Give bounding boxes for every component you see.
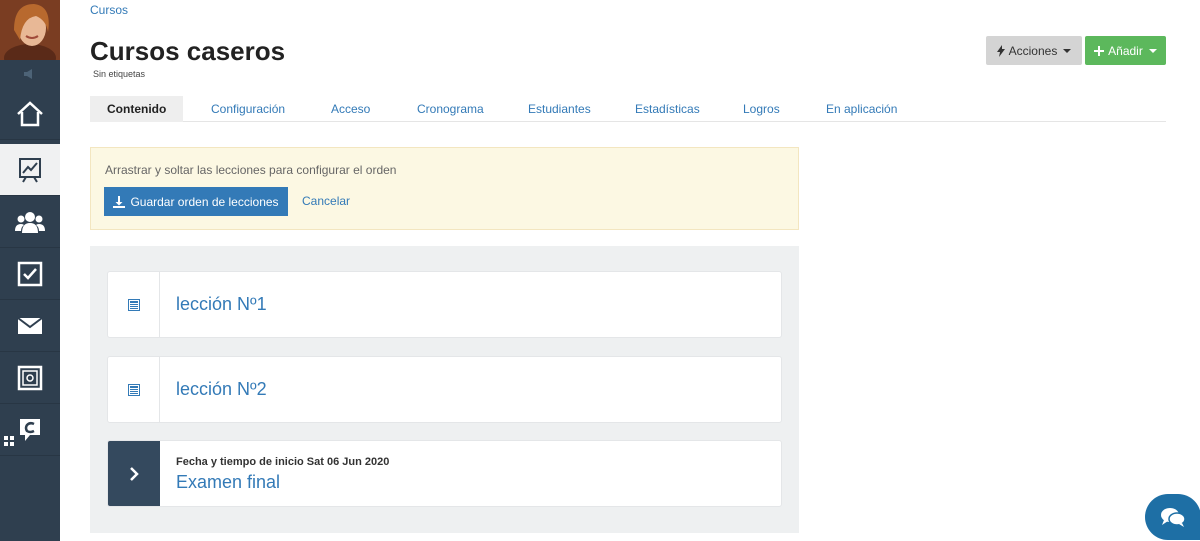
add-label: Añadir	[1108, 43, 1143, 58]
sidebar-item-users[interactable]	[0, 196, 60, 248]
lesson-item[interactable]: lección Nº1	[107, 271, 782, 338]
cancel-button[interactable]: Cancelar	[302, 194, 350, 208]
lesson-title[interactable]: lección Nº2	[176, 379, 267, 400]
tab-estudiantes[interactable]: Estudiantes	[528, 96, 591, 122]
sidebar-item-mail[interactable]	[0, 300, 60, 352]
chat-logo-icon	[20, 418, 40, 441]
save-order-button[interactable]: Guardar orden de lecciones	[104, 187, 288, 216]
mail-icon	[17, 316, 43, 334]
caret-down-icon	[1063, 48, 1072, 53]
tags-label: Sin etiquetas	[93, 69, 146, 79]
document-icon	[108, 272, 160, 337]
save-order-label: Guardar orden de lecciones	[130, 194, 279, 209]
exam-item[interactable]: Fecha y tiempo de inicio Sat 06 Jun 2020…	[107, 440, 782, 507]
exam-start-date: Fecha y tiempo de inicio Sat 06 Jun 2020	[176, 456, 390, 468]
sidebar	[0, 0, 60, 541]
page-title: Cursos caseros	[90, 36, 286, 66]
tab-acceso[interactable]: Acceso	[331, 96, 370, 122]
plus-icon	[1094, 45, 1105, 56]
checkbox-icon	[17, 261, 43, 286]
actions-label: Acciones	[1008, 43, 1058, 58]
megaphone-icon[interactable]	[0, 60, 60, 88]
tab-configuracion[interactable]: Configuración	[211, 96, 285, 122]
lesson-title[interactable]: lección Nº1	[176, 294, 267, 315]
sidebar-item-tasks[interactable]	[0, 248, 60, 300]
avatar[interactable]	[0, 0, 60, 60]
sidebar-item-courses[interactable]	[0, 144, 60, 196]
chat-bubbles-icon	[1161, 508, 1186, 527]
bolt-icon	[996, 44, 1005, 57]
sidebar-item-home[interactable]	[0, 88, 60, 140]
home-icon	[17, 100, 43, 126]
document-icon	[108, 357, 160, 422]
notice-text: Arrastrar y soltar las lecciones para co…	[105, 163, 397, 177]
tab-estadisticas[interactable]: Estadísticas	[635, 96, 700, 122]
sidebar-item-chat-app[interactable]	[0, 404, 60, 456]
grid-icon[interactable]	[4, 436, 14, 446]
sidebar-item-safe[interactable]	[0, 352, 60, 404]
reorder-notice: Arrastrar y soltar las lecciones para co…	[90, 147, 799, 230]
users-icon	[15, 211, 45, 233]
safe-icon	[17, 365, 43, 390]
tab-contenido[interactable]: Contenido	[90, 96, 184, 122]
breadcrumb[interactable]: Cursos	[90, 3, 128, 17]
tab-cronograma[interactable]: Cronograma	[417, 96, 484, 122]
tab-logros[interactable]: Logros	[743, 96, 780, 122]
actions-button[interactable]: Acciones	[986, 36, 1082, 65]
lesson-list: lección Nº1 lección Nº2 Fecha y tiempo d…	[90, 246, 799, 533]
caret-down-icon	[1148, 48, 1157, 53]
lesson-item[interactable]: lección Nº2	[107, 356, 782, 423]
chat-support-button[interactable]	[1145, 494, 1200, 540]
chevron-right-icon[interactable]	[108, 441, 160, 506]
download-icon	[113, 195, 126, 208]
exam-title[interactable]: Examen final	[176, 472, 280, 493]
tab-en-aplicacion[interactable]: En aplicación	[826, 96, 897, 122]
tabs-bar: Contenido Configuración Acceso Cronogram…	[90, 96, 1166, 122]
add-button[interactable]: Añadir	[1085, 36, 1166, 65]
chart-icon	[19, 157, 41, 183]
